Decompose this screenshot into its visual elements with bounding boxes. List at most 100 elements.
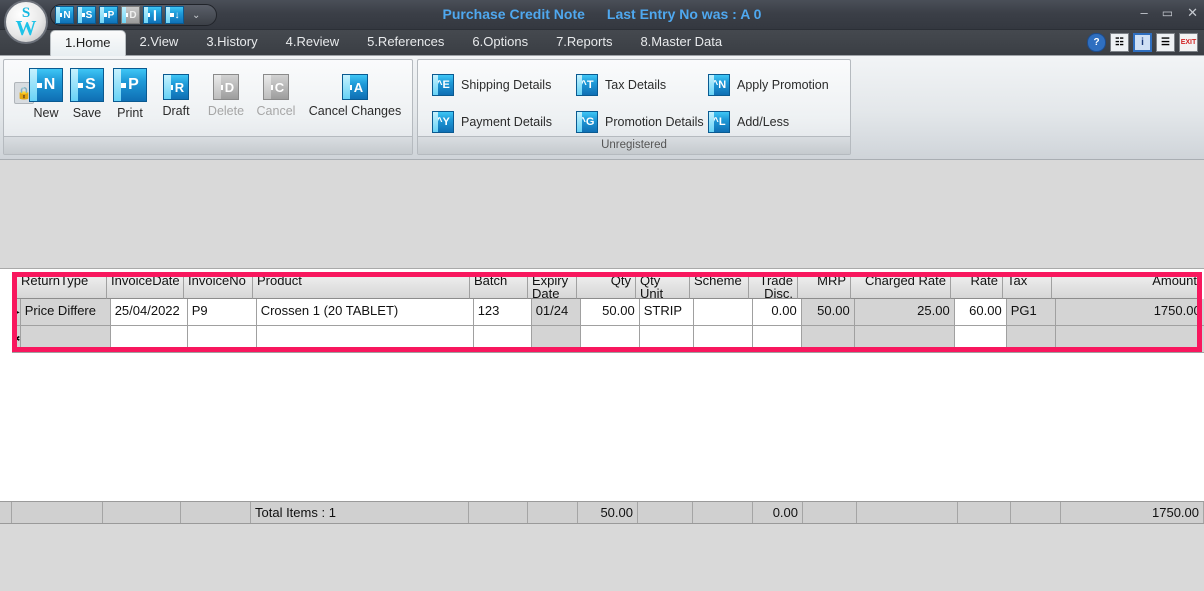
line-items-grid: ReturnType InvoiceDate InvoiceNo Product Bat… — [0, 269, 1204, 501]
totals-corner — [0, 502, 12, 523]
column-header-qty-unit[interactable]: Qty Unit — [636, 272, 690, 299]
cell-mrp[interactable]: 50.00 — [801, 299, 855, 326]
exit-icon[interactable]: EXIT — [1179, 33, 1198, 52]
cell-expiry-date[interactable] — [532, 326, 582, 353]
cell-tax[interactable]: PG1 — [1006, 299, 1056, 326]
print-button[interactable]: P Print — [108, 68, 152, 120]
button-label: Delete — [207, 104, 245, 118]
draft-button[interactable]: R Draft — [152, 68, 200, 118]
tab-review[interactable]: 4.Review — [272, 30, 353, 56]
button-label: New — [33, 106, 59, 120]
cell-trade-disc-[interactable]: 0.00 — [752, 299, 802, 326]
tab-home[interactable]: 1.Home — [50, 30, 126, 56]
button-label: Promotion Details — [605, 115, 704, 129]
summary-bar: Gross 1750.00 Round off 0.00 Cash Disc. … — [0, 524, 1204, 591]
help-icon[interactable]: ? — [1087, 33, 1106, 52]
shipping-details-button[interactable]: ^E Shipping Details — [432, 74, 551, 96]
cell-scheme[interactable] — [694, 326, 754, 353]
column-header-scheme[interactable]: Scheme — [690, 272, 749, 299]
cell-qty[interactable] — [581, 326, 641, 353]
cell-amount[interactable] — [1056, 326, 1204, 353]
column-header-invoiceno[interactable]: InvoiceNo — [184, 272, 253, 299]
column-header-product[interactable]: Product — [253, 272, 470, 299]
quick-access-toolbar: N S P D ❙ ↓ ⌄ — [50, 4, 218, 26]
cell-tax[interactable] — [1007, 326, 1057, 353]
qat-print-icon[interactable]: P — [99, 6, 118, 24]
close-button[interactable]: ✕ — [1187, 6, 1198, 19]
cell-invoicedate[interactable] — [111, 326, 189, 353]
cell-amount[interactable]: 1750.00 — [1055, 299, 1204, 326]
cell-returntype[interactable] — [21, 326, 112, 353]
info-icon[interactable]: i — [1133, 33, 1152, 52]
totals-mrp — [803, 502, 857, 523]
tab-options[interactable]: 6.Options — [458, 30, 542, 56]
add-less-button[interactable]: ^L Add/Less — [708, 111, 789, 133]
cell-product[interactable] — [257, 326, 475, 353]
qat-delete-icon[interactable]: D — [121, 6, 140, 24]
column-header-amount[interactable]: Amount — [1052, 272, 1202, 299]
cell-rate[interactable]: 60.00 — [954, 299, 1007, 326]
tab-view[interactable]: 2.View — [126, 30, 193, 56]
cell-qty-unit[interactable]: STRIP — [639, 299, 694, 326]
promotion-details-icon: ^G — [576, 111, 598, 133]
cell-scheme[interactable] — [693, 299, 753, 326]
button-label: Draft — [162, 104, 190, 118]
cell-mrp[interactable] — [802, 326, 856, 353]
cell-qty[interactable]: 50.00 — [580, 299, 640, 326]
column-header-expiry-date[interactable]: Expiry Date — [528, 272, 577, 299]
print-preview-icon[interactable]: ☷ — [1110, 33, 1129, 52]
maximize-button[interactable]: ▭ — [1162, 7, 1173, 19]
payment-details-button[interactable]: ^Y Payment Details — [432, 111, 552, 133]
cancel-changes-button[interactable]: A Cancel Changes — [300, 68, 410, 118]
window-controls: – ▭ ✕ — [1141, 6, 1198, 19]
column-header-mrp[interactable]: MRP — [798, 272, 851, 299]
document-icon[interactable]: ☰ — [1156, 33, 1175, 52]
cell-qty-unit[interactable] — [640, 326, 695, 353]
apply-promotion-button[interactable]: ^N Apply Promotion — [708, 74, 829, 96]
cell-invoiceno[interactable]: P9 — [187, 299, 257, 326]
minimize-button[interactable]: – — [1141, 6, 1148, 19]
column-header-returntype[interactable]: ReturnType — [17, 272, 107, 299]
cell-batch[interactable]: 123 — [473, 299, 532, 326]
tab-reports[interactable]: 7.Reports — [542, 30, 626, 56]
save-button[interactable]: S Save — [66, 68, 108, 120]
cell-charged-rate[interactable] — [855, 326, 956, 353]
last-entry-text: Last Entry No was : A 0 — [606, 6, 762, 22]
table-row[interactable]: ▶ Price Differe 25/04/2022 P9 Crossen 1 (20 … — [12, 299, 1204, 326]
logo-w-glyph: W — [15, 16, 37, 40]
new-button[interactable]: N New — [26, 68, 66, 120]
cell-batch[interactable] — [474, 326, 533, 353]
cell-returntype[interactable]: Price Differe — [20, 299, 111, 326]
tab-references[interactable]: 5.References — [353, 30, 458, 56]
column-header-invoicedate[interactable]: InvoiceDate — [107, 272, 184, 299]
column-header-charged-rate[interactable]: Charged Rate — [851, 272, 951, 299]
cell-invoicedate[interactable]: 25/04/2022 — [110, 299, 188, 326]
cell-expiry-date[interactable]: 01/24 — [531, 299, 581, 326]
qat-overflow-chevron-icon[interactable]: ⌄ — [192, 10, 200, 21]
cell-charged-rate[interactable]: 25.00 — [854, 299, 955, 326]
qat-next-icon[interactable]: ↓ — [165, 6, 184, 24]
ribbon-group-details-title: Unregistered — [418, 136, 850, 154]
promotion-details-button[interactable]: ^G Promotion Details — [576, 111, 704, 133]
column-header-qty[interactable]: Qty — [577, 272, 636, 299]
totals-rate — [958, 502, 1011, 523]
qat-new-icon[interactable]: N — [55, 6, 74, 24]
print-icon: P — [113, 68, 147, 102]
cell-trade-disc-[interactable] — [753, 326, 803, 353]
cell-invoiceno[interactable] — [188, 326, 258, 353]
tax-details-button[interactable]: ^T Tax Details — [576, 74, 666, 96]
qat-save-icon[interactable]: S — [77, 6, 96, 24]
cell-product[interactable]: Crossen 1 (20 TABLET) — [256, 299, 474, 326]
button-label: Cancel — [256, 104, 296, 118]
column-header-tax[interactable]: Tax — [1003, 272, 1052, 299]
tab-master-data[interactable]: 8.Master Data — [626, 30, 736, 56]
column-header-rate[interactable]: Rate — [951, 272, 1003, 299]
cancel-icon: C — [263, 74, 289, 100]
cell-rate[interactable] — [955, 326, 1008, 353]
column-header-batch[interactable]: Batch — [470, 272, 528, 299]
column-header-trade-disc-[interactable]: Trade Disc. — [749, 272, 798, 299]
table-row[interactable]: ✱ — [12, 326, 1204, 353]
qat-prev-icon[interactable]: ❙ — [143, 6, 162, 24]
new-icon: N — [29, 68, 63, 102]
tab-history[interactable]: 3.History — [192, 30, 271, 56]
